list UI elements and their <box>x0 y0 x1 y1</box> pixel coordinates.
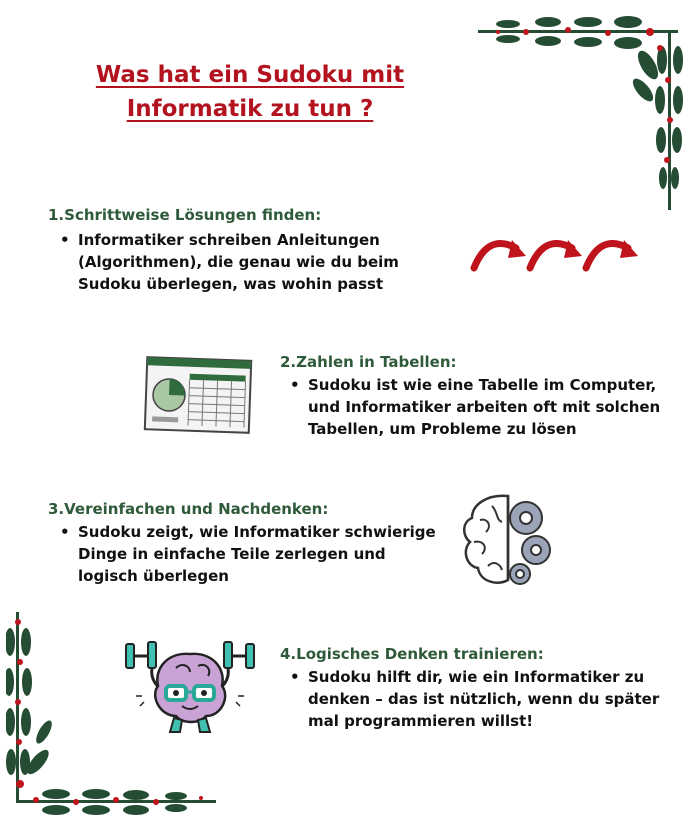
section-2-heading: 2.Zahlen in Tabellen: <box>280 353 457 371</box>
bullet-dot: • <box>290 668 300 686</box>
section-4-bullet-text: Sudoku hilft dir, wie ein Informatiker z… <box>308 668 660 730</box>
section-4-heading: 4.Logisches Denken trainieren: <box>280 645 544 663</box>
holly-corner-top-right-icon <box>478 16 683 210</box>
title-line-1: Was hat ein Sudoku mit <box>95 62 405 88</box>
section-1-heading: 1.Schrittweise Lösungen finden: <box>48 206 322 224</box>
section-3-bullet-text: Sudoku zeigt, wie Informatiker schwierig… <box>78 523 436 585</box>
holly-corner-bottom-left-icon <box>6 612 216 815</box>
section-4-bullet: • Sudoku hilft dir, wie ein Informatiker… <box>290 666 663 732</box>
section-2-bullet-text: Sudoku ist wie eine Tabelle im Computer,… <box>308 376 661 438</box>
section-1-bullet: • Informatiker schreiben Anleitungen (Al… <box>60 229 408 295</box>
section-2-bullet: • Sudoku ist wie eine Tabelle im Compute… <box>290 374 663 440</box>
bullet-dot: • <box>60 523 70 541</box>
title-line-2: Informatik zu tun ? <box>126 96 374 122</box>
bullet-dot: • <box>290 376 300 394</box>
section-3-bullet: • Sudoku zeigt, wie Informatiker schwier… <box>60 521 443 587</box>
section-3-heading: 3.Vereinfachen und Nachdenken: <box>48 500 329 518</box>
brain-gear-icon <box>463 494 551 585</box>
bullet-dot: • <box>60 231 70 249</box>
curved-arrows-icon <box>470 240 638 272</box>
page-title: Was hat ein Sudoku mit Informatik zu tun… <box>60 58 440 126</box>
section-1-bullet-text: Informatiker schreiben Anleitungen (Algo… <box>78 231 399 293</box>
spreadsheet-icon <box>143 356 253 434</box>
